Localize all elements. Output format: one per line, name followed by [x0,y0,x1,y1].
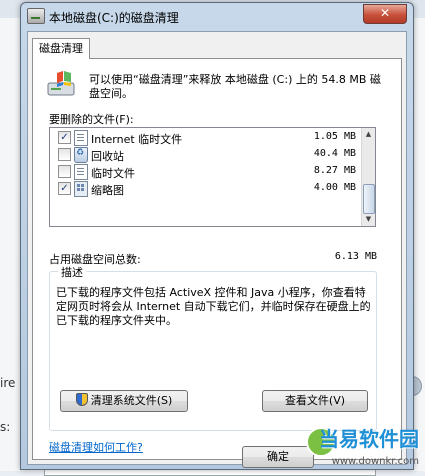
list-item-internet-temp-files[interactable]: ✓ Internet 临时文件 1.05 MB [50,129,362,146]
disk-cleanup-dialog: 本地磁盘(C:)的磁盘清理 ✕ 磁盘清理 可以使用“磁盘清理”来释放 本地磁盘 … [20,2,414,470]
view-files-button[interactable]: 查看文件(V) [262,390,368,412]
file-name: 临时文件 [91,167,135,180]
checkbox-thumbnails[interactable]: ✓ [58,182,71,195]
checkbox-temp-files[interactable] [58,165,71,178]
checkbox-recycle-bin[interactable] [58,148,71,161]
uac-shield-icon [75,393,88,406]
clean-system-files-label: 清理系统文件(S) [90,394,173,407]
intro-text: 可以使用“磁盘清理”来释放 本地磁盘 (C:) 上的 54.8 MB 磁盘空间。 [89,73,381,100]
site-watermark: 当易软件园 www.downkr.com [300,421,425,471]
list-item-temp-files[interactable]: 临时文件 8.27 MB [50,163,362,180]
description-title: 描述 [58,264,86,280]
tab-disk-cleanup[interactable]: 磁盘清理 [32,38,90,59]
internet-files-icon [74,130,88,146]
dialog-client-area: 磁盘清理 可以使用“磁盘清理”来释放 本地磁盘 (C:) 上的 54.8 MB … [27,31,407,468]
thumbnails-icon [74,181,88,197]
disk-cleanup-icon [47,71,75,96]
total-space-value: 6.13 MB [334,251,377,262]
files-to-delete-list[interactable]: ✓ Internet 临时文件 1.05 MB 回收站 40.4 MB 临时文件… [49,127,376,227]
files-to-delete-label: 要删除的文件(F): [49,113,134,126]
close-button[interactable]: ✕ [363,4,407,24]
list-scrollbar[interactable]: ▲ ▼ [361,128,375,226]
how-does-cleanup-work-link[interactable]: 磁盘清理如何工作? [49,439,143,455]
file-size: 1.05 MB [313,131,356,142]
watermark-url: www.downkr.com [331,456,419,467]
scroll-down-arrow-icon[interactable]: ▼ [362,213,375,226]
title-bar[interactable]: 本地磁盘(C:)的磁盘清理 ✕ [21,3,413,29]
list-item-thumbnails[interactable]: ✓ 缩略图 4.00 MB [50,180,362,197]
checkbox-internet-temp-files[interactable]: ✓ [58,131,71,144]
tab-panel: 可以使用“磁盘清理”来释放 本地磁盘 (C:) 上的 54.8 MB 磁盘空间。… [32,58,402,460]
file-name: 回收站 [91,150,124,163]
file-name: Internet 临时文件 [91,133,183,146]
recycle-bin-icon [74,147,88,163]
temp-files-icon [74,164,88,180]
list-item-recycle-bin[interactable]: 回收站 40.4 MB [50,146,362,163]
file-name: 缩略图 [91,184,124,197]
watermark-brand: 当易软件园 [319,427,419,451]
file-size: 4.00 MB [313,182,356,193]
background-text-fragment: ire [0,376,16,390]
window-title: 本地磁盘(C:)的磁盘清理 [49,11,179,25]
file-size: 8.27 MB [313,165,356,176]
description-group: 描述 已下载的程序文件包括 ActiveX 控件和 Java 小程序，你查看特定… [49,264,377,431]
clean-system-files-button[interactable]: 清理系统文件(S) [60,390,188,412]
description-text: 已下载的程序文件包括 ActiveX 控件和 Java 小程序，你查看特定网页时… [56,286,371,327]
drive-icon [27,8,45,24]
file-size: 40.4 MB [313,148,356,159]
scroll-thumb[interactable] [363,184,375,214]
scroll-up-arrow-icon[interactable]: ▲ [362,128,375,141]
background-text-fragment-2: s: [0,420,11,434]
